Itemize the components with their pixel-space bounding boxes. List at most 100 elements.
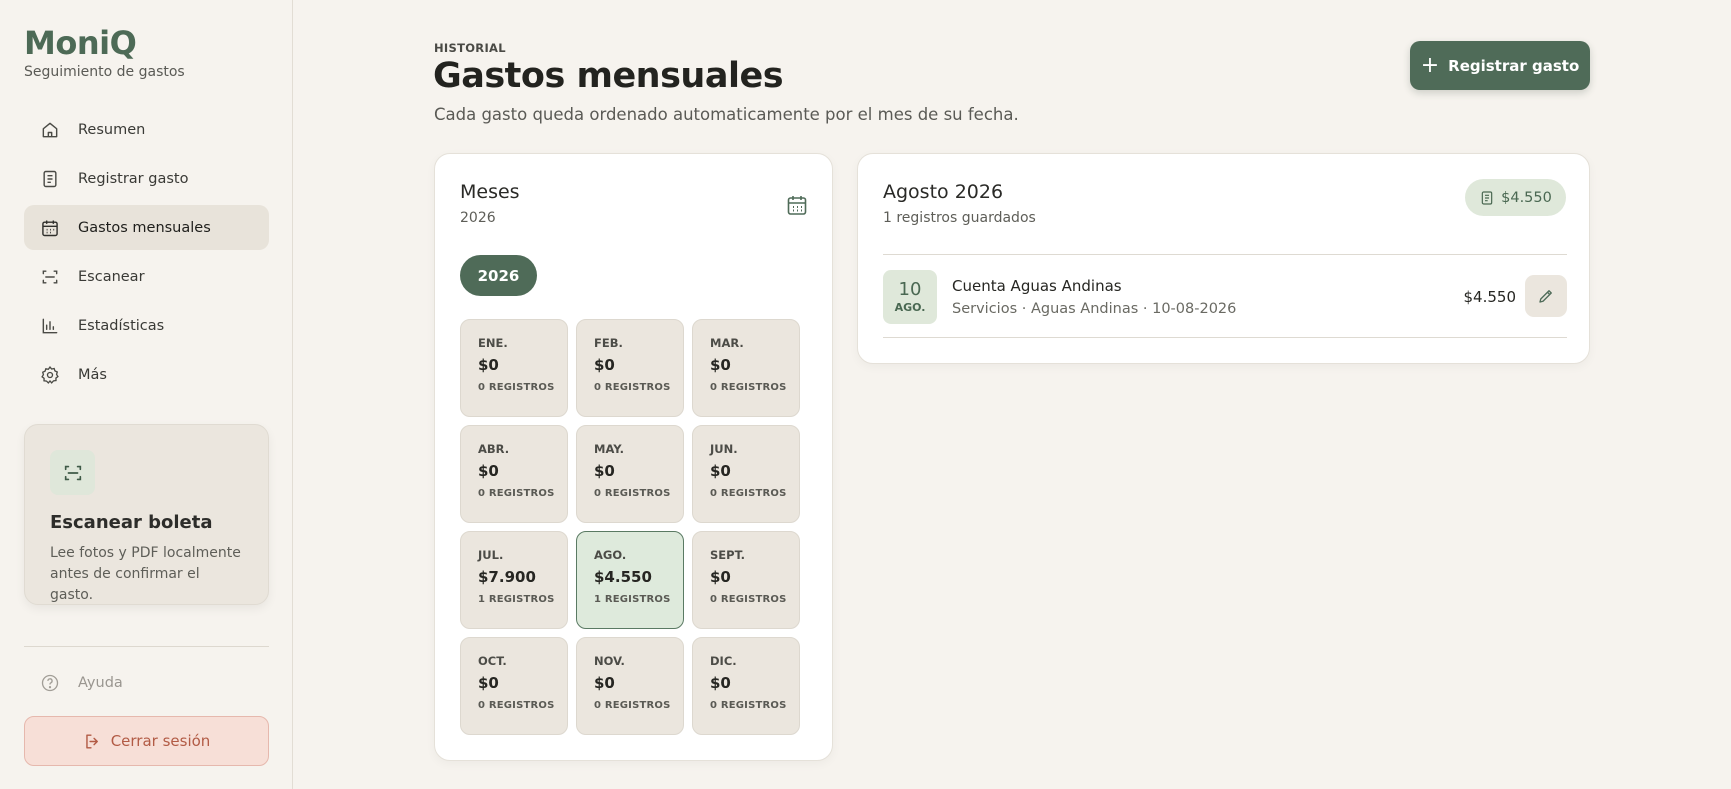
month-tile-jun[interactable]: JUN. $0 0 REGISTROS — [692, 425, 800, 523]
entry-amount: $4.550 — [1463, 288, 1517, 306]
entry-name: Cuenta Aguas Andinas — [952, 277, 1122, 295]
sidebar-item-label: Estadísticas — [78, 317, 165, 334]
month-name: FEB. — [594, 336, 623, 350]
sidebar-item-registrar-gasto[interactable]: Registrar gasto — [24, 156, 269, 201]
divider — [883, 337, 1567, 338]
brand-tagline: Seguimiento de gastos — [24, 64, 185, 80]
month-amount: $0 — [594, 462, 615, 480]
help-link[interactable]: Ayuda — [40, 673, 123, 693]
register-expense-label: Registrar gasto — [1448, 56, 1580, 75]
month-tile-may[interactable]: MAY. $0 0 REGISTROS — [576, 425, 684, 523]
plus-icon: + — [1420, 52, 1440, 78]
month-count: 0 REGISTROS — [710, 700, 787, 711]
scan-receipt-card[interactable]: Escanear boleta Lee fotos y PDF localmen… — [24, 424, 269, 605]
year-selector-2026[interactable]: 2026 — [460, 255, 537, 296]
scan-card-description: Lee fotos y PDF localmente antes de conf… — [50, 545, 241, 603]
month-amount: $0 — [710, 462, 731, 480]
month-name: JUN. — [710, 442, 738, 456]
scan-card-title: Escanear boleta — [50, 512, 213, 533]
receipt-icon — [40, 169, 60, 189]
month-count: 0 REGISTROS — [594, 700, 671, 711]
sidebar-item-estadisticas[interactable]: Estadísticas — [24, 303, 269, 348]
month-name: ABR. — [478, 442, 510, 456]
detail-title: Agosto 2026 — [883, 181, 1004, 203]
page-eyebrow: HISTORIAL — [434, 41, 506, 55]
months-title: Meses — [460, 181, 520, 203]
divider — [883, 254, 1567, 255]
entry-meta: Servicios · Aguas Andinas · 10-08-2026 — [952, 301, 1237, 317]
logout-button[interactable]: Cerrar sesión — [24, 716, 269, 766]
month-amount: $0 — [478, 462, 499, 480]
sidebar-item-label: Escanear — [78, 268, 145, 285]
logout-label: Cerrar sesión — [110, 732, 211, 750]
sidebar-item-escanear[interactable]: Escanear — [24, 254, 269, 299]
month-total-badge: $4.550 — [1465, 179, 1566, 216]
page-subtitle: Cada gasto queda ordenado automaticament… — [434, 105, 1019, 124]
page-title: Gastos mensuales — [433, 56, 784, 96]
chart-icon — [40, 316, 60, 336]
edit-button[interactable] — [1525, 275, 1567, 317]
sidebar-item-label: Más — [78, 366, 107, 383]
entry-day: 10 — [898, 279, 922, 300]
month-tile-ene[interactable]: ENE. $0 0 REGISTROS — [460, 319, 568, 417]
month-total: $4.550 — [1501, 189, 1552, 206]
month-tile-sept[interactable]: SEPT. $0 0 REGISTROS — [692, 531, 800, 629]
month-amount: $0 — [594, 356, 615, 374]
month-count: 0 REGISTROS — [478, 488, 555, 499]
scan-icon — [40, 267, 60, 287]
month-detail-panel: Agosto 2026 1 registros guardados $4.550… — [857, 153, 1590, 364]
month-count: 0 REGISTROS — [710, 488, 787, 499]
sidebar-item-mas[interactable]: Más — [24, 352, 269, 397]
month-name: DIC. — [710, 654, 737, 668]
help-label: Ayuda — [78, 675, 123, 691]
sidebar-item-gastos-mensuales[interactable]: Gastos mensuales — [24, 205, 269, 250]
entry-date-badge: 10 AGO. — [883, 270, 937, 324]
scan-icon — [50, 450, 95, 495]
help-icon — [41, 674, 59, 692]
register-expense-button[interactable]: + Registrar gasto — [1410, 41, 1590, 90]
sidebar-item-resumen[interactable]: Resumen — [24, 107, 269, 152]
expense-row[interactable]: 10 AGO. Cuenta Aguas Andinas Servicios ·… — [883, 270, 1567, 324]
month-count: 0 REGISTROS — [594, 488, 671, 499]
receipt-icon — [1481, 190, 1493, 205]
sidebar-item-label: Registrar gasto — [78, 170, 189, 187]
sidebar-divider — [24, 646, 269, 647]
month-count: 0 REGISTROS — [594, 382, 671, 393]
month-tile-dic[interactable]: DIC. $0 0 REGISTROS — [692, 637, 800, 735]
month-count: 0 REGISTROS — [710, 382, 787, 393]
month-count: 0 REGISTROS — [478, 382, 555, 393]
month-amount: $7.900 — [478, 568, 536, 586]
month-amount: $4.550 — [594, 568, 652, 586]
month-tile-abr[interactable]: ABR. $0 0 REGISTROS — [460, 425, 568, 523]
gear-icon — [40, 365, 60, 385]
month-tile-feb[interactable]: FEB. $0 0 REGISTROS — [576, 319, 684, 417]
month-name: ENE. — [478, 336, 508, 350]
month-count: 0 REGISTROS — [478, 700, 555, 711]
month-tile-nov[interactable]: NOV. $0 0 REGISTROS — [576, 637, 684, 735]
month-amount: $0 — [478, 674, 499, 692]
sidebar-item-label: Gastos mensuales — [78, 219, 211, 236]
month-name: NOV. — [594, 654, 625, 668]
sidebar-nav: Resumen Registrar gasto Gastos mensuales… — [24, 107, 269, 401]
month-name: JUL. — [478, 548, 504, 562]
month-count: 1 REGISTROS — [594, 594, 671, 605]
month-amount: $0 — [710, 674, 731, 692]
logout-icon — [85, 733, 98, 749]
sidebar: MoniQ Seguimiento de gastos Resumen Regi… — [0, 0, 293, 789]
month-name: AGO. — [594, 548, 627, 562]
month-tile-mar[interactable]: MAR. $0 0 REGISTROS — [692, 319, 800, 417]
months-year: 2026 — [460, 210, 496, 226]
pencil-icon — [1539, 290, 1552, 303]
calendar-icon — [787, 196, 807, 215]
entry-month: AGO. — [894, 301, 926, 314]
month-tile-jul[interactable]: JUL. $7.900 1 REGISTROS — [460, 531, 568, 629]
home-icon — [40, 120, 60, 140]
brand-logo[interactable]: MoniQ — [24, 24, 185, 62]
month-count: 0 REGISTROS — [710, 594, 787, 605]
month-amount: $0 — [594, 674, 615, 692]
month-amount: $0 — [478, 356, 499, 374]
calendar-icon — [40, 218, 60, 238]
month-tile-ago[interactable]: AGO. $4.550 1 REGISTROS — [576, 531, 684, 629]
month-tile-oct[interactable]: OCT. $0 0 REGISTROS — [460, 637, 568, 735]
sidebar-item-label: Resumen — [78, 121, 146, 138]
